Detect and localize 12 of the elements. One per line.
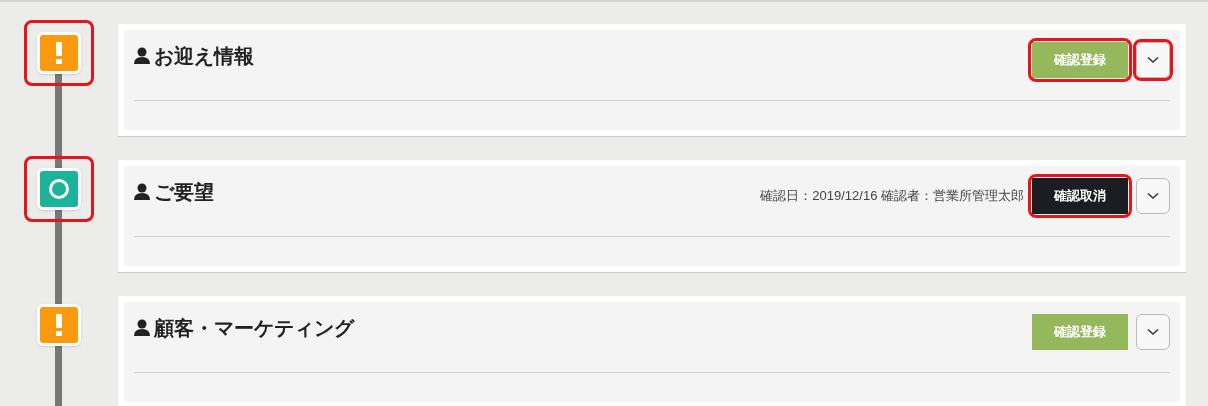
confirm-button[interactable]: 確認登録 — [1032, 314, 1128, 350]
confirmation-info: 確認日：2019/12/16 確認者：営業所管理太郎 — [760, 187, 1024, 206]
person-icon — [134, 183, 150, 200]
person-icon — [134, 47, 150, 64]
section-title: ご要望 — [154, 180, 214, 205]
section-title: 顧客・マーケティング — [154, 316, 354, 341]
chevron-down-icon[interactable] — [1136, 178, 1170, 214]
confirm-button[interactable]: 確認登録 — [1032, 42, 1128, 78]
person-icon — [134, 319, 150, 336]
confirm-button[interactable]: 確認取消 — [1032, 178, 1128, 214]
section-title: お迎え情報 — [154, 44, 254, 69]
chevron-down-icon[interactable] — [1136, 314, 1170, 350]
